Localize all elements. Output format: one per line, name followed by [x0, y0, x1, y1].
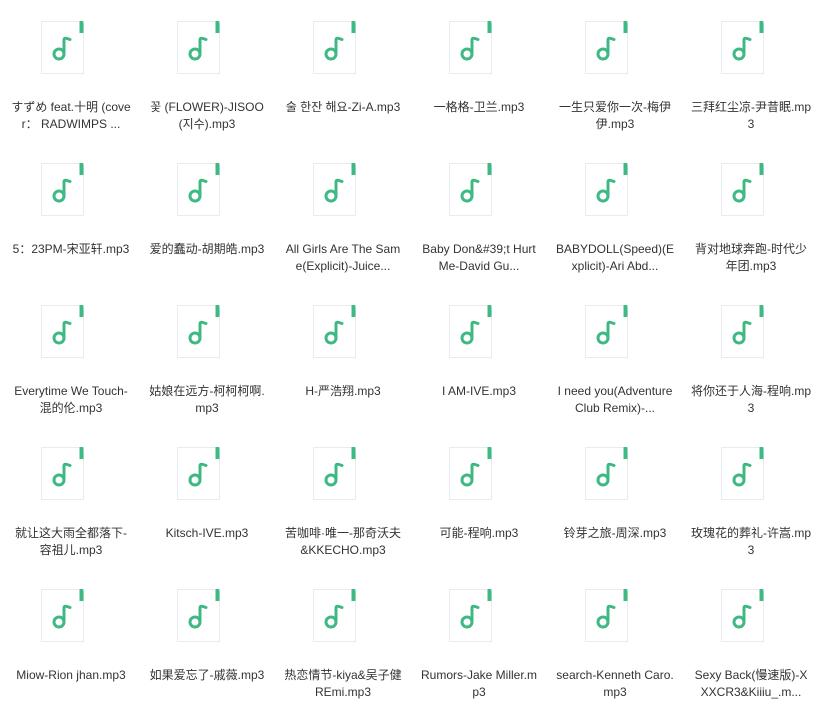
file-item[interactable]: Miow-Rion jhan.mp3: [11, 588, 131, 716]
music-file-icon: [40, 162, 85, 217]
file-grid: すずめ feat.十明 (cover： RADWIMPS ... 꽃 (FLOWE…: [0, 0, 831, 719]
file-item[interactable]: 5：23PM-宋亚轩.mp3: [11, 162, 131, 290]
music-file-icon: [176, 162, 221, 217]
music-file-icon: [312, 304, 357, 359]
file-name-label: 将你还于人海-程响.mp3: [691, 384, 811, 415]
file-name-label: 就让这大雨全都落下-容祖儿.mp3: [15, 526, 127, 557]
file-name-label: Everytime We Touch-混的伦.mp3: [14, 384, 128, 415]
file-item[interactable]: 爱的蠢动-胡期皓.mp3: [147, 162, 267, 290]
music-file-icon: [720, 446, 765, 501]
file-name-label: search-Kenneth Caro.mp3: [556, 668, 674, 699]
music-file-icon: [720, 304, 765, 359]
file-item[interactable]: 一生只爱你一次-梅伊伊.mp3: [555, 20, 675, 148]
file-item[interactable]: 铃芽之旅-周深.mp3: [555, 446, 675, 574]
file-name-label: H-严浩翔.mp3: [305, 384, 381, 398]
file-name-label: 5：23PM-宋亚轩.mp3: [12, 242, 130, 256]
file-item[interactable]: 술 한잔 해요-Zi-A.mp3: [283, 20, 403, 148]
file-item[interactable]: 꽃 (FLOWER)-JISOO (지수).mp3: [147, 20, 267, 148]
file-item[interactable]: I AM-IVE.mp3: [419, 304, 539, 432]
file-name-label: 一格格-卫兰.mp3: [433, 100, 525, 114]
music-file-icon: [176, 304, 221, 359]
file-item[interactable]: 玫瑰花的葬礼-许嵩.mp3: [691, 446, 811, 574]
music-file-icon: [720, 20, 765, 75]
file-name-label: すずめ feat.十明 (cover： RADWIMPS ...: [11, 100, 131, 131]
music-file-icon: [176, 588, 221, 643]
file-name-label: 背对地球奔跑-时代少年团.mp3: [695, 242, 807, 273]
file-name-label: 铃芽之旅-周深.mp3: [563, 526, 667, 540]
file-name-label: 一生只爱你一次-梅伊伊.mp3: [559, 100, 671, 131]
music-file-icon: [176, 20, 221, 75]
music-file-icon: [448, 446, 493, 501]
file-name-label: 꽃 (FLOWER)-JISOO (지수).mp3: [150, 100, 264, 131]
file-item[interactable]: すずめ feat.十明 (cover： RADWIMPS ...: [11, 20, 131, 148]
file-item[interactable]: 三拜红尘凉-尹昔眠.mp3: [691, 20, 811, 148]
file-name-label: 热恋情节-kiya&吴子健REmi.mp3: [284, 668, 402, 699]
file-item[interactable]: I need you(Adventure Club Remix)-...: [555, 304, 675, 432]
file-name-label: I AM-IVE.mp3: [441, 384, 517, 398]
music-file-icon: [176, 446, 221, 501]
file-item[interactable]: Everytime We Touch-混的伦.mp3: [11, 304, 131, 432]
music-file-icon: [584, 162, 629, 217]
file-name-label: Sexy Back(慢速版)-XXXCR3&Kiiiu_.m...: [694, 668, 808, 699]
music-file-icon: [40, 588, 85, 643]
file-name-label: Rumors-Jake Miller.mp3: [420, 668, 537, 699]
file-name-label: 可能-程响.mp3: [439, 526, 519, 540]
music-file-icon: [448, 588, 493, 643]
music-file-icon: [720, 162, 765, 217]
file-name-label: Kitsch-IVE.mp3: [165, 526, 249, 540]
music-file-icon: [312, 20, 357, 75]
file-item[interactable]: 一格格-卫兰.mp3: [419, 20, 539, 148]
music-file-icon: [40, 446, 85, 501]
file-item[interactable]: 就让这大雨全都落下-容祖儿.mp3: [11, 446, 131, 574]
file-name-label: Baby Don&#39;t Hurt Me-David Gu...: [422, 242, 536, 273]
file-item[interactable]: 可能-程响.mp3: [419, 446, 539, 574]
file-item[interactable]: search-Kenneth Caro.mp3: [555, 588, 675, 716]
music-file-icon: [584, 304, 629, 359]
file-item[interactable]: H-严浩翔.mp3: [283, 304, 403, 432]
file-item[interactable]: 如果爱忘了-戚薇.mp3: [147, 588, 267, 716]
file-name-label: 爱的蠢动-胡期皓.mp3: [149, 242, 265, 256]
music-file-icon: [40, 304, 85, 359]
file-item[interactable]: 热恋情节-kiya&吴子健REmi.mp3: [283, 588, 403, 716]
file-name-label: 술 한잔 해요-Zi-A.mp3: [285, 100, 401, 114]
music-file-icon: [584, 20, 629, 75]
file-item[interactable]: 姑娘在远方-柯柯柯啊.mp3: [147, 304, 267, 432]
file-item[interactable]: Sexy Back(慢速版)-XXXCR3&Kiiiu_.m...: [691, 588, 811, 716]
file-name-label: 姑娘在远方-柯柯柯啊.mp3: [149, 384, 265, 415]
file-name-label: Miow-Rion jhan.mp3: [16, 668, 126, 682]
music-file-icon: [720, 588, 765, 643]
file-name-label: 如果爱忘了-戚薇.mp3: [149, 668, 265, 682]
music-file-icon: [448, 162, 493, 217]
file-name-label: 玫瑰花的葬礼-许嵩.mp3: [691, 526, 811, 557]
file-item[interactable]: 苦咖啡·唯一-那奇沃夫&KKECHO.mp3: [283, 446, 403, 574]
file-name-label: BABYDOLL(Speed)(Explicit)-Ari Abd...: [555, 242, 675, 273]
file-name-label: 三拜红尘凉-尹昔眠.mp3: [691, 100, 811, 131]
file-item[interactable]: 背对地球奔跑-时代少年团.mp3: [691, 162, 811, 290]
music-file-icon: [584, 588, 629, 643]
music-file-icon: [312, 446, 357, 501]
music-file-icon: [312, 588, 357, 643]
file-item[interactable]: BABYDOLL(Speed)(Explicit)-Ari Abd...: [555, 162, 675, 290]
music-file-icon: [312, 162, 357, 217]
file-item[interactable]: All Girls Are The Same(Explicit)-Juice..…: [283, 162, 403, 290]
music-file-icon: [448, 304, 493, 359]
file-name-label: 苦咖啡·唯一-那奇沃夫&KKECHO.mp3: [285, 526, 401, 557]
file-item[interactable]: Rumors-Jake Miller.mp3: [419, 588, 539, 716]
file-item[interactable]: 将你还于人海-程响.mp3: [691, 304, 811, 432]
music-file-icon: [448, 20, 493, 75]
file-name-label: I need you(Adventure Club Remix)-...: [557, 384, 673, 415]
music-file-icon: [40, 20, 85, 75]
file-name-label: All Girls Are The Same(Explicit)-Juice..…: [285, 242, 401, 273]
file-item[interactable]: Kitsch-IVE.mp3: [147, 446, 267, 574]
music-file-icon: [584, 446, 629, 501]
file-item[interactable]: Baby Don&#39;t Hurt Me-David Gu...: [419, 162, 539, 290]
